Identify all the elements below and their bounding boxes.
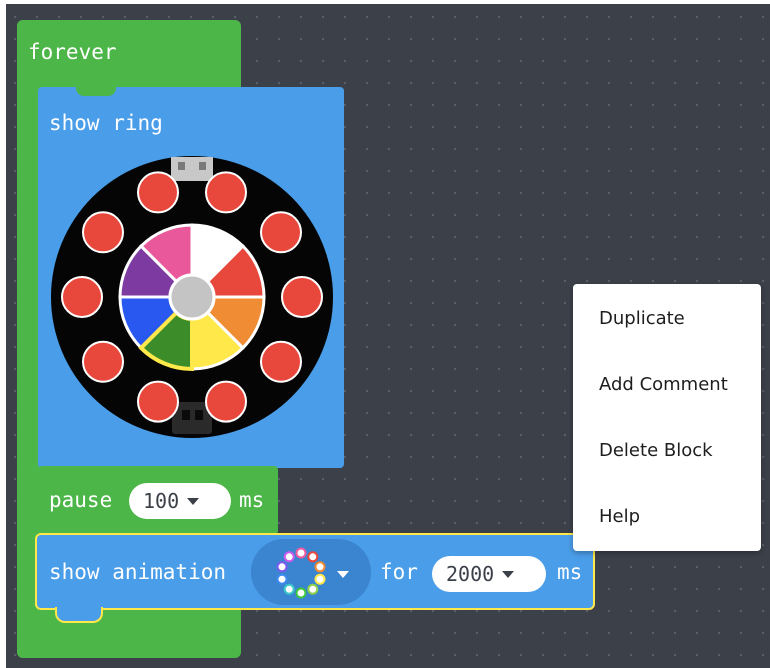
animation-dot xyxy=(276,573,288,585)
usb-port-icon xyxy=(171,157,213,181)
ring-led[interactable] xyxy=(82,340,124,383)
animation-dot xyxy=(295,587,307,599)
ring-led[interactable] xyxy=(137,171,179,214)
menu-item-duplicate[interactable]: Duplicate xyxy=(599,308,685,329)
show-ring-label: show ring xyxy=(49,111,163,135)
animation-duration-dropdown[interactable]: 2000 xyxy=(432,556,546,592)
for-label: for xyxy=(380,560,418,584)
animation-dot xyxy=(283,551,295,563)
menu-item-delete-block[interactable]: Delete Block xyxy=(599,440,713,461)
chevron-down-icon xyxy=(502,570,515,578)
animation-dot xyxy=(314,561,326,573)
block-notch xyxy=(76,86,116,96)
pause-unit-label: ms xyxy=(239,488,265,512)
chevron-down-icon xyxy=(337,571,349,578)
ring-led[interactable] xyxy=(82,211,124,254)
animation-dot xyxy=(276,561,288,573)
block-notch xyxy=(55,607,103,623)
forever-block-bottom[interactable] xyxy=(17,610,241,658)
led-ring-editor[interactable] xyxy=(49,154,335,440)
animation-dot xyxy=(307,583,319,595)
animation-dot xyxy=(283,583,295,595)
ring-led[interactable] xyxy=(205,380,247,423)
pause-duration-dropdown[interactable]: 100 xyxy=(129,483,231,519)
ring-led[interactable] xyxy=(137,380,179,423)
menu-item-add-comment[interactable]: Add Comment xyxy=(599,374,728,395)
context-menu: Duplicate Add Comment Delete Block Help xyxy=(573,284,761,551)
wheel-center xyxy=(168,273,216,321)
animation-duration-value: 2000 xyxy=(446,562,495,586)
animation-dot xyxy=(314,573,326,585)
animation-dot xyxy=(307,551,319,563)
ring-led[interactable] xyxy=(281,276,323,318)
window-left-edge xyxy=(0,0,6,668)
pause-duration-value: 100 xyxy=(143,489,180,513)
animation-dot xyxy=(295,547,307,559)
window-top-edge xyxy=(0,0,770,4)
ring-led[interactable] xyxy=(61,276,103,318)
pause-label: pause xyxy=(49,488,113,512)
animation-unit-label: ms xyxy=(557,560,583,584)
chevron-down-icon xyxy=(187,497,200,505)
ring-led[interactable] xyxy=(260,211,302,254)
forever-label: forever xyxy=(28,40,117,64)
menu-item-help[interactable]: Help xyxy=(599,506,640,527)
show-animation-label: show animation xyxy=(49,560,227,584)
ring-led[interactable] xyxy=(260,340,302,383)
ring-led[interactable] xyxy=(205,171,247,214)
rainbow-ring-icon xyxy=(276,547,326,599)
